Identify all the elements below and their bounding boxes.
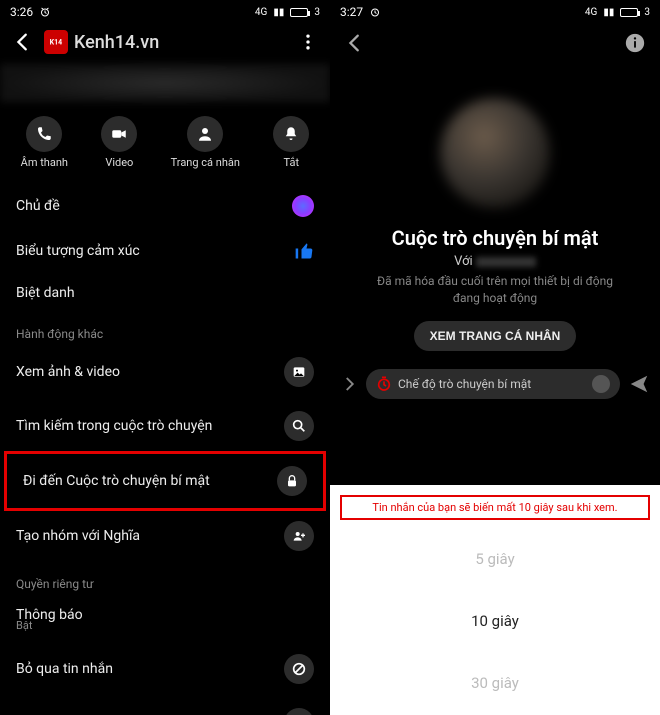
chevron-right-icon[interactable]	[340, 375, 358, 393]
back-icon[interactable]	[12, 31, 34, 53]
block-icon	[284, 708, 314, 715]
compose-placeholder: Chế độ trò chuyện bí mật	[398, 377, 586, 391]
bell-icon	[273, 116, 309, 152]
mute-button[interactable]: Tắt	[273, 116, 309, 169]
secret-conversation-row[interactable]: Đi đến Cuộc trò chuyện bí mật	[4, 451, 326, 511]
status-time: 3:26	[10, 5, 33, 19]
brand-overlay: Kenh14.vn	[44, 30, 159, 54]
header: Kenh14.vn	[0, 22, 330, 60]
profile-button[interactable]: Trang cá nhân	[171, 116, 240, 169]
thumbs-up-icon	[294, 241, 314, 261]
alarm-icon	[39, 6, 51, 18]
disappear-banner: Tin nhắn của bạn sẽ biến mất 10 giây sau…	[340, 495, 650, 520]
battery-level: 3	[314, 7, 320, 18]
more-icon[interactable]	[298, 32, 318, 52]
emoji-row[interactable]: Biểu tượng cảm xúc	[0, 229, 330, 273]
search-row[interactable]: Tìm kiếm trong cuộc trò chuyện	[0, 399, 330, 453]
action-row: Âm thanh Video Trang cá nhân Tắt	[0, 110, 330, 183]
video-call-button[interactable]: Video	[101, 116, 137, 169]
back-icon[interactable]	[344, 32, 366, 54]
encryption-text: Đã mã hóa đầu cuối trên mọi thiết bị di …	[365, 273, 625, 307]
contact-name-blurred	[0, 64, 330, 102]
timer-icon	[376, 376, 392, 392]
status-bar: 3:26 4G ▮▮ 3	[0, 0, 330, 22]
phone-right: 3:27 4G ▮▮ 3 Cuộc trò chuyện bí mật Với …	[330, 0, 660, 715]
secret-title: Cuộc trò chuyện bí mật	[392, 226, 599, 250]
alarm-icon	[369, 6, 381, 18]
info-icon[interactable]	[624, 32, 646, 54]
brand-text: Kenh14.vn	[74, 32, 159, 53]
add-group-icon	[284, 521, 314, 551]
signal-icon: ▮▮	[273, 7, 284, 18]
status-bar: 3:27 4G ▮▮ 3	[330, 0, 660, 22]
audio-call-button[interactable]: Âm thanh	[21, 116, 68, 169]
battery-icon	[620, 8, 638, 17]
with-line: Với	[454, 254, 536, 269]
section-privacy-header: Quyền riêng tư	[0, 563, 330, 595]
timer-option-10s[interactable]: 10 giây	[330, 590, 660, 652]
phone-left: 3:26 4G ▮▮ 3 Kenh14.vn Âm thanh	[0, 0, 330, 715]
timer-option-5s[interactable]: 5 giây	[330, 528, 660, 590]
compose-bar: Chế độ trò chuyện bí mật	[330, 361, 660, 407]
header	[330, 22, 660, 58]
ignore-icon	[284, 654, 314, 684]
signal-label: 4G	[585, 7, 597, 18]
brand-logo	[44, 30, 68, 54]
theme-row[interactable]: Chủ đề	[0, 183, 330, 229]
section-other-header: Hành động khác	[0, 313, 330, 345]
timer-options-sheet: Tin nhắn của bạn sẽ biến mất 10 giây sau…	[330, 485, 660, 715]
video-icon	[101, 116, 137, 152]
message-input[interactable]: Chế độ trò chuyện bí mật	[366, 369, 620, 399]
timer-option-30s[interactable]: 30 giây	[330, 652, 660, 714]
person-icon	[187, 116, 223, 152]
view-profile-button[interactable]: XEM TRANG CÁ NHÂN	[414, 321, 577, 351]
status-time: 3:27	[340, 5, 363, 19]
send-icon[interactable]	[628, 373, 650, 395]
avatar-blurred	[440, 98, 550, 208]
secret-chat-intro: Cuộc trò chuyện bí mật Với Đã mã hóa đầu…	[330, 58, 660, 361]
signal-icon: ▮▮	[603, 7, 614, 18]
create-group-row[interactable]: Tạo nhóm với Nghĩa	[0, 509, 330, 563]
theme-color-icon	[292, 195, 314, 217]
battery-icon	[290, 8, 308, 17]
emoji-icon[interactable]	[592, 375, 610, 393]
battery-level: 3	[644, 7, 650, 18]
signal-label: 4G	[255, 7, 267, 18]
ignore-row[interactable]: Bỏ qua tin nhắn	[0, 642, 330, 696]
nickname-row[interactable]: Biệt danh	[0, 273, 330, 313]
media-row[interactable]: Xem ảnh & video	[0, 345, 330, 399]
lock-icon	[277, 466, 307, 496]
search-icon	[284, 411, 314, 441]
block-row[interactable]: Chặn	[0, 696, 330, 715]
image-icon	[284, 357, 314, 387]
contact-name-blurred	[476, 257, 536, 267]
phone-icon	[26, 116, 62, 152]
